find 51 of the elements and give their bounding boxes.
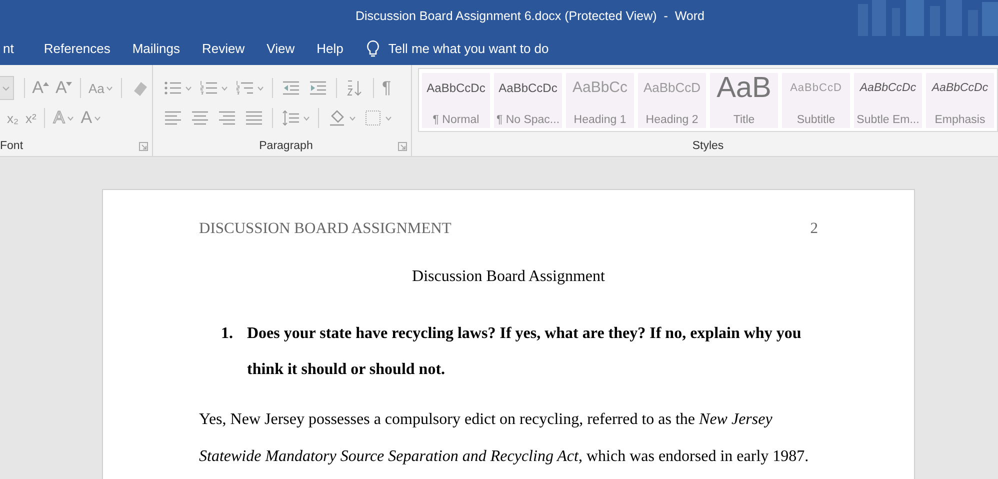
font-size-dropdown[interactable] — [0, 76, 14, 100]
triangle-icon — [42, 81, 48, 87]
style-option[interactable]: AaBbCcDc Subtle Em... — [854, 73, 922, 128]
window-title: Discussion Board Assignment 6.docx (Protected View) - Word — [356, 9, 704, 23]
dialog-launcher-icon[interactable] — [398, 142, 407, 151]
ribbon-tab[interactable]: Review — [191, 32, 256, 65]
question-text: Does your state have recycling laws? If yes, what are they? If no, explain why you think it should or should not. — [247, 324, 802, 380]
document-title: Discussion Board Assignment — [412, 268, 605, 285]
page-number: 2 — [810, 220, 818, 238]
caret-icon — [385, 116, 392, 120]
font-button[interactable]: x₂ — [5, 106, 21, 130]
tell-me-search[interactable]: Tell me what you want to do — [388, 41, 549, 56]
style-option[interactable]: AaBbCcD Subtitle — [782, 73, 850, 128]
list-number: 1. — [221, 324, 234, 344]
font-dropdown-button[interactable]: A — [78, 106, 104, 130]
group-label: Paragraph — [259, 140, 313, 152]
font-button[interactable]: ¶ — [380, 76, 394, 100]
font-dropdown-button[interactable]: Aa — [86, 76, 116, 100]
font-button[interactable]: A — [54, 76, 74, 100]
triangle-icon — [66, 81, 72, 87]
line-spacing-icon — [281, 108, 301, 128]
paint-bucket-icon — [327, 108, 347, 128]
style-option[interactable]: AaBbCcDc ¶ No Spac... — [494, 73, 562, 128]
ribbon-tab[interactable]: nt — [0, 32, 25, 65]
dialog-launcher-icon[interactable] — [139, 142, 148, 151]
ribbon-tab[interactable]: References — [32, 32, 122, 65]
caret-icon — [303, 116, 310, 120]
borders-icon — [363, 108, 383, 128]
ribbon-tab[interactable]: Mailings — [121, 32, 192, 65]
running-header: DISCUSSION BOARD ASSIGNMENT — [199, 220, 452, 238]
style-option[interactable]: AaBbCcDc ¶ Normal — [422, 73, 490, 128]
style-option[interactable]: AaB Title — [710, 73, 778, 128]
font-button[interactable]: x² — [24, 106, 38, 130]
ribbon-tab[interactable]: Help — [306, 32, 354, 65]
caret-icon — [94, 116, 102, 120]
body-paragraph: Yes, New Jersey possesses a compulsory edict on recycling, referred to as the New Jersey Statewide Mandatory Source Separation and Recycling Act, which was endorsed in early 1987. — [199, 410, 810, 467]
caret-icon — [257, 86, 264, 90]
caret-icon — [106, 86, 114, 90]
lightbulb-icon — [366, 40, 380, 58]
style-option[interactable]: AaBbCcDc Emphasis — [926, 73, 994, 128]
caret-icon — [221, 86, 228, 90]
caret-icon — [185, 86, 192, 90]
style-option[interactable]: AaBbCcD Heading 2 — [638, 73, 706, 128]
ribbon-tab[interactable]: View — [256, 32, 306, 65]
group-label: Font — [0, 140, 24, 152]
caret-icon — [349, 116, 356, 120]
caret-icon — [66, 116, 74, 120]
group-label: Styles — [692, 140, 724, 152]
font-button[interactable]: A — [30, 76, 50, 100]
caret-icon — [2, 86, 10, 90]
style-option[interactable]: AaBbCc Heading 1 — [566, 73, 634, 128]
